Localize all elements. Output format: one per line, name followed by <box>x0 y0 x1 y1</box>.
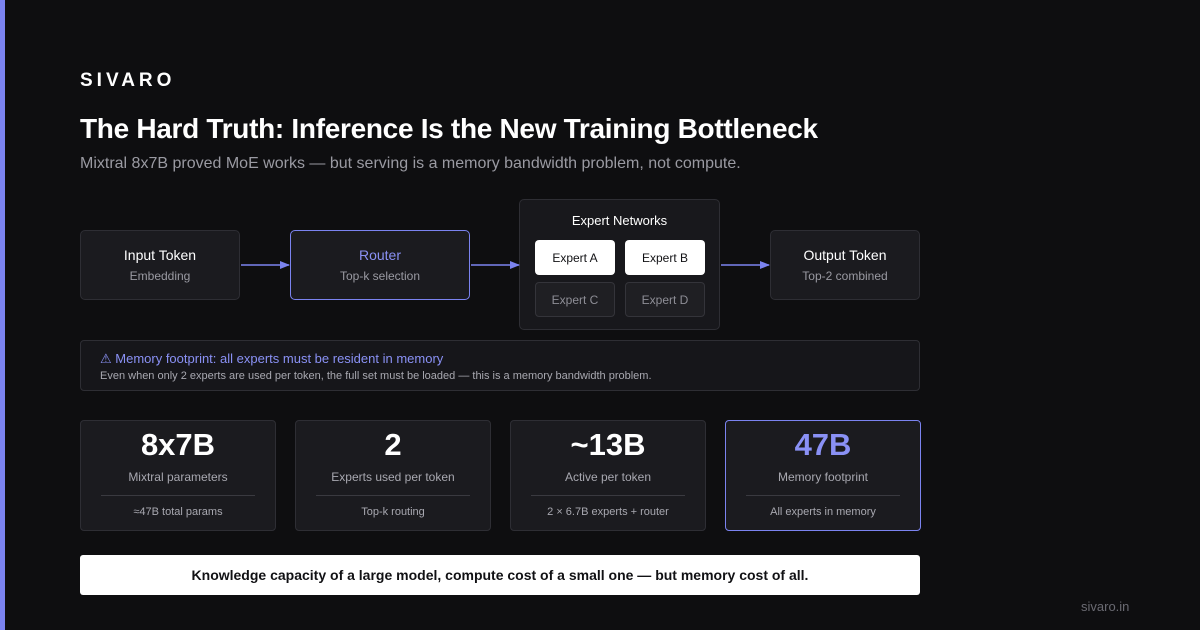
memory-callout: ⚠ Memory footprint: all experts must be … <box>80 340 920 391</box>
stat-label: Active per token <box>564 470 652 484</box>
summary-banner: Knowledge capacity of a large model, com… <box>80 555 920 595</box>
stat-value: ~13B <box>570 427 646 462</box>
stat-value: 8x7B <box>140 427 216 462</box>
stat-divider <box>746 495 900 496</box>
footer-url: sivaro.in <box>1081 599 1130 614</box>
flow-arrows <box>241 261 770 269</box>
stat-label: Memory footprint <box>777 470 869 484</box>
stat-label: Mixtral parameters <box>128 470 228 484</box>
stat-note: ≈47B total params <box>133 506 223 518</box>
callout-heading: ⚠ Memory footprint: all experts must be … <box>100 351 444 366</box>
stat-divider <box>101 495 255 496</box>
stat-value: 47B <box>794 427 852 462</box>
stat-note: All experts in memory <box>770 506 876 518</box>
stat-card-experts-used: 2 Experts used per token Top-k routing <box>295 420 491 531</box>
stat-note: Top-k routing <box>361 506 425 518</box>
stat-label: Experts used per token <box>331 470 455 484</box>
stat-divider <box>531 495 685 496</box>
callout-body: Even when only 2 experts are used per to… <box>100 370 652 382</box>
stat-note: 2 × 6.7B experts + router <box>547 506 669 518</box>
stat-card-active: ~13B Active per token 2 × 6.7B experts +… <box>510 420 706 531</box>
stat-divider <box>316 495 470 496</box>
stat-card-memory: 47B Memory footprint All experts in memo… <box>725 420 921 531</box>
stat-card-parameters: 8x7B Mixtral parameters ≈47B total param… <box>80 420 276 531</box>
stat-value: 2 <box>384 427 402 462</box>
